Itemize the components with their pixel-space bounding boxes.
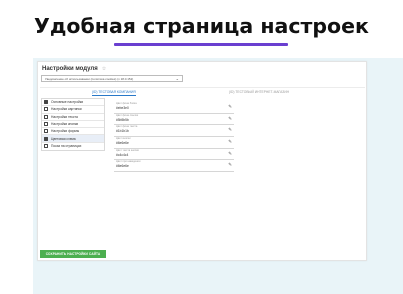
field-label: Цвет кнопки [116, 137, 131, 141]
sidebar-item-form-settings[interactable]: Настройки формы [42, 128, 104, 136]
image-icon [44, 107, 48, 112]
button-icon [44, 122, 48, 127]
form-icon [44, 129, 48, 134]
field-value: #6e6e6e [116, 164, 129, 169]
pencil-icon[interactable]: ✎ [228, 151, 232, 157]
field-value: #5b5b5b [116, 117, 129, 122]
sidebar-item-pages-display[interactable]: Показ на страницах [42, 143, 104, 150]
field-value: #ebe3e0 [116, 106, 129, 110]
module-select-value: Уведомление об использовании (политика c… [45, 76, 134, 81]
field-label: Цвет текста кнопки [116, 148, 139, 152]
field-label: Цвет фона текста [116, 125, 138, 129]
tab-test-company[interactable]: (ID) ТЕСТОВАЯ КОМПАНИЯ [92, 90, 136, 96]
sidebar-item-label: Настройки картинки [51, 107, 82, 112]
chevron-down-icon: ⌄ [175, 75, 179, 81]
pencil-icon[interactable]: ✎ [228, 140, 232, 145]
palette-icon [44, 136, 48, 141]
store-tabs: (ID) ТЕСТОВАЯ КОМПАНИЯ (ID) ТЕСТОВЫЙ ИНТ… [38, 89, 368, 97]
sidebar-item-color-scheme[interactable]: Цветовая схема [42, 135, 104, 143]
module-select[interactable]: Уведомление об использовании (политика c… [41, 75, 183, 82]
color-field[interactable]: Цвет кнопки #6e6e6e ✎ [114, 137, 234, 149]
pencil-icon[interactable]: ✎ [228, 163, 232, 168]
color-fields: Цвет фона блока #ebe3e0 ✎ Цвет фона ссыл… [114, 102, 234, 173]
pencil-icon[interactable]: ✎ [228, 104, 232, 110]
color-field[interactable]: Цвет фона блока #ebe3e0 ✎ [114, 102, 234, 114]
field-label: Цвет фона ссылки [116, 113, 139, 117]
text-icon [44, 114, 48, 119]
color-field[interactable]: Цвет текста кнопки #c4c4c4 ✎ [114, 149, 234, 161]
sidebar-item-label: Настройки формы [51, 129, 80, 134]
settings-icon [44, 100, 48, 105]
sidebar-item-image-settings[interactable]: Настройки картинки [42, 106, 104, 114]
color-field[interactable]: Цвет фона ссылки #5b5b5b ✎ [114, 114, 234, 126]
pencil-icon[interactable]: ✎ [228, 128, 232, 133]
sidebar-menu: Основные настройки Настройки картинки На… [41, 98, 105, 152]
sidebar-item-text-settings[interactable]: Настройки текста [42, 114, 104, 121]
field-value: #6e6e6e [116, 141, 129, 146]
divider [40, 87, 365, 88]
field-label: Цвет фона блока [116, 102, 137, 105]
sidebar-item-label: Настройки текста [51, 114, 78, 119]
color-field[interactable]: Цвет фона текста #1b1b1b ✎ [114, 125, 234, 138]
page-headline: Удобная страница настроек [34, 14, 369, 38]
field-value: #c4c4c4 [116, 152, 129, 157]
field-label: Цвет при наведении [116, 160, 141, 164]
sidebar-item-label: Основные настройки [51, 100, 84, 105]
headline-underline [114, 43, 288, 46]
sidebar-item-label: Настройки кнопки [51, 122, 79, 127]
pencil-icon[interactable]: ✎ [228, 116, 232, 122]
tab-test-store[interactable]: (ID) ТЕСТОВЫЙ ИНТЕРНЕТ-МАГАЗИН [229, 90, 289, 94]
pages-icon [44, 144, 48, 149]
window-title: Настройки модуля [42, 66, 98, 72]
sidebar-item-label: Цветовая схема [51, 136, 76, 141]
settings-window: Настройки модуля ☆ Уведомление об исполь… [37, 61, 367, 261]
star-icon[interactable]: ☆ [102, 66, 106, 72]
window-title-row: Настройки модуля ☆ [42, 66, 106, 72]
color-field[interactable]: Цвет при наведении #6e6e6e ✎ [114, 160, 234, 173]
field-value: #1b1b1b [116, 129, 129, 134]
sidebar-item-label: Показ на страницах [51, 144, 82, 149]
save-settings-button[interactable]: СОХРАНИТЬ НАСТРОЙКИ САЙТА [40, 250, 106, 258]
sidebar-item-button-settings[interactable]: Настройки кнопки [42, 121, 104, 129]
sidebar-item-main-settings[interactable]: Основные настройки [42, 99, 104, 107]
